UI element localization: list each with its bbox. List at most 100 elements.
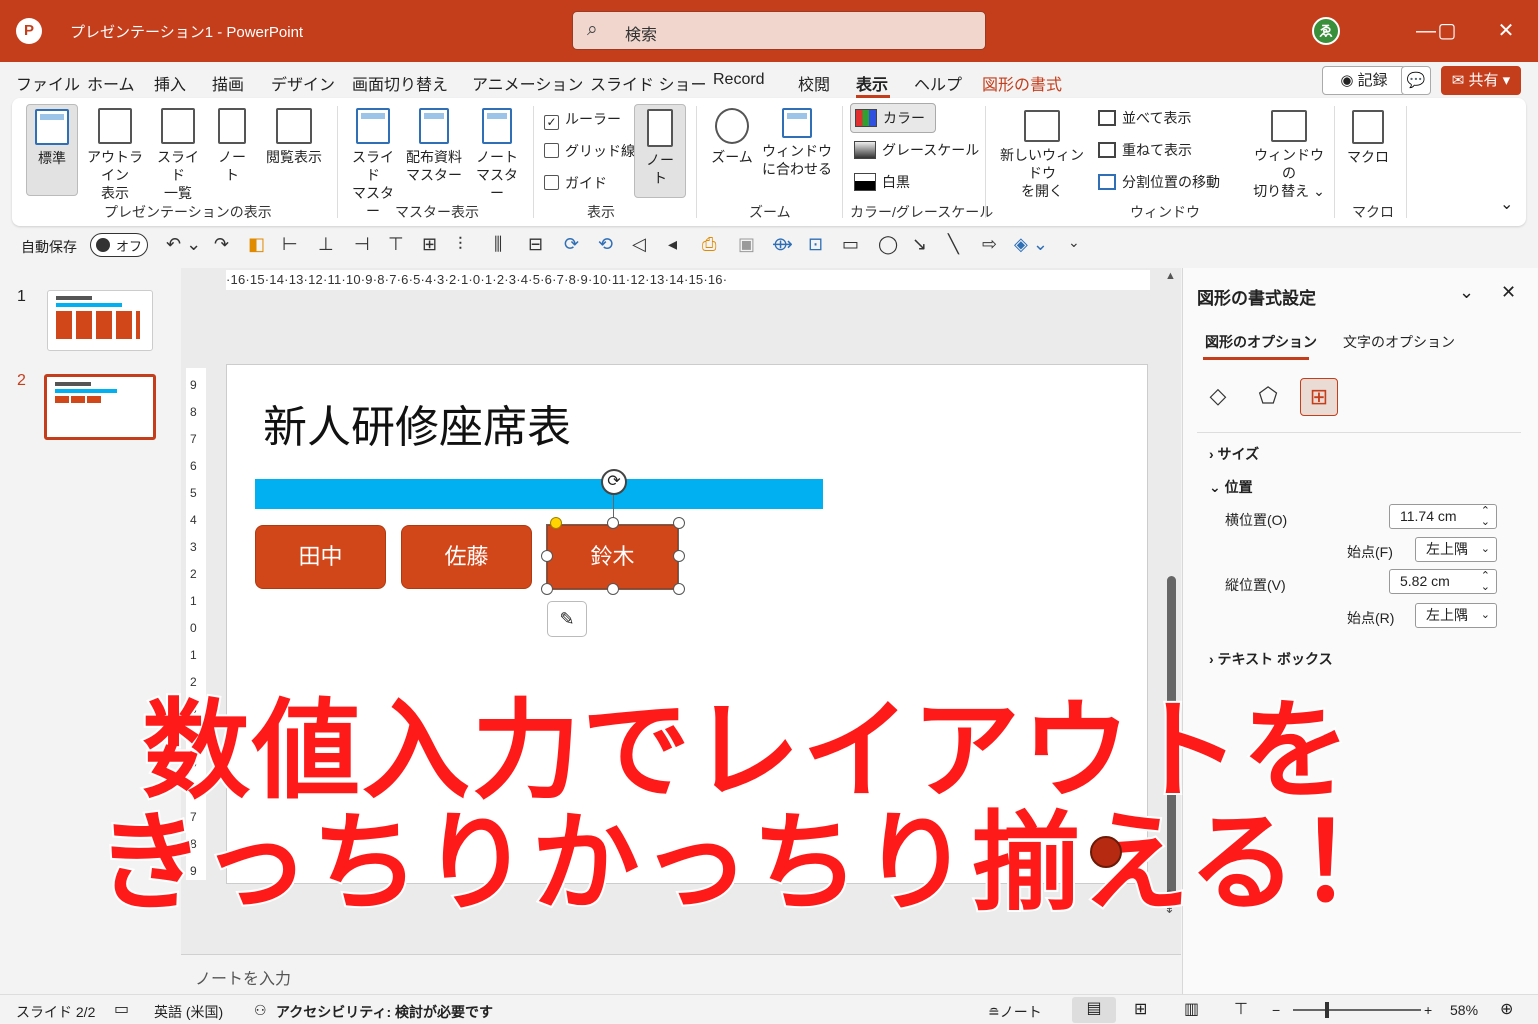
pane-close-icon[interactable]: ✕ [1501, 282, 1516, 303]
normal-view-status-icon[interactable]: ▤ [1072, 997, 1116, 1023]
gridlines-checkbox[interactable]: グリッド線 [544, 141, 635, 161]
rotate-handle-icon[interactable]: ⟳ [601, 469, 627, 495]
align-middle-icon[interactable]: ⊞ [422, 234, 437, 255]
cascade-button[interactable]: 重ねて表示 [1098, 140, 1192, 160]
align-top-icon[interactable]: ⊤ [388, 234, 404, 255]
spinner-icon[interactable]: ⌃ ⌄ [1481, 506, 1490, 528]
record-button[interactable]: ◉ 記録 [1322, 66, 1406, 95]
blue-bar-shape[interactable] [255, 479, 823, 509]
slideshow-status-icon[interactable]: ⊤ [1234, 999, 1248, 1019]
slide-thumbnail-1[interactable] [47, 290, 153, 351]
tab-slideshow[interactable]: スライド ショー [590, 71, 706, 95]
selection-pane-icon[interactable]: ⟴ [772, 234, 793, 255]
ribbon-collapse-icon[interactable]: ⌄ [1500, 194, 1513, 214]
send-backward-icon[interactable]: ▣ [738, 234, 755, 255]
zoom-out-icon[interactable]: − [1272, 1002, 1280, 1018]
notes-toggle[interactable]: ≘ノート [988, 1002, 1042, 1022]
tab-shape-format[interactable]: 図形の書式 [982, 71, 1062, 95]
tab-file[interactable]: ファイル [16, 71, 80, 95]
search-input[interactable]: ⌕ 検索 [572, 11, 986, 50]
resize-handle[interactable] [607, 583, 619, 595]
notes-toggle-button[interactable]: ノー ト [634, 104, 686, 198]
outline-view-button[interactable]: アウトライン 表示 [82, 104, 148, 202]
zoom-in-icon[interactable]: + [1424, 1002, 1432, 1018]
adjust-handle[interactable] [550, 517, 562, 529]
align-right-icon[interactable]: ⊣ [354, 234, 370, 255]
block-arrow-icon[interactable]: ⇨ [982, 234, 997, 255]
close-button[interactable]: ✕ [1486, 16, 1526, 46]
flip-vertical-icon[interactable]: ◁ [632, 234, 646, 255]
avatar[interactable]: ゑ [1312, 17, 1340, 45]
tab-help[interactable]: ヘルプ [914, 71, 962, 95]
shapes-gallery-icon[interactable]: ◈ ⌄ [1014, 234, 1048, 255]
section-size[interactable]: › サイズ [1209, 444, 1259, 464]
distribute-vertical-icon[interactable]: ⊟ [528, 234, 543, 255]
oval-icon[interactable]: ◯ [878, 234, 898, 255]
reading-view-status-icon[interactable]: ▥ [1184, 999, 1199, 1019]
align-center-icon[interactable]: ⊥ [318, 234, 334, 255]
resize-handle[interactable] [541, 583, 553, 595]
rectangle-icon[interactable]: ▭ [842, 234, 859, 255]
pane-options-icon[interactable]: ⌄ [1459, 282, 1474, 303]
notes-master-button[interactable]: ノート マスター [470, 104, 524, 202]
rotate-left-icon[interactable]: ⟲ [598, 234, 613, 255]
ruler-checkbox[interactable]: ✓ ルーラー [544, 109, 621, 130]
slide-sorter-status-icon[interactable]: ⊞ [1134, 999, 1147, 1019]
accessibility-status[interactable]: アクセシビリティ: 検討が必要です [276, 1002, 493, 1022]
spinner-icon[interactable]: ⌃ ⌄ [1481, 571, 1490, 593]
shape-fill-icon[interactable]: ◧ [248, 234, 265, 255]
fit-slide-icon[interactable]: ⊕ [1500, 999, 1513, 1019]
align-bottom-icon[interactable]: ⫶ [458, 234, 463, 255]
resize-handle[interactable] [541, 550, 553, 562]
rotate-right-icon[interactable]: ⟳ [564, 234, 579, 255]
guides-checkbox[interactable]: ガイド [544, 173, 607, 193]
tab-view[interactable]: 表示 [856, 71, 888, 95]
share-button[interactable]: ✉ 共有 ▾ [1441, 66, 1521, 95]
tab-animations[interactable]: アニメーション [472, 71, 583, 95]
scroll-up-icon[interactable]: ▲ [1165, 270, 1176, 282]
seat-shape-suzuki[interactable]: 鈴木 [546, 524, 679, 590]
section-position[interactable]: ⌄ 位置 [1209, 477, 1253, 497]
reading-view-button[interactable]: 閲覧表示 [260, 104, 328, 166]
designer-sparkle-icon[interactable]: ✎ [547, 601, 587, 637]
align-left-icon[interactable]: ⊢ [282, 234, 298, 255]
slide-sorter-button[interactable]: スライド 一覧 [152, 104, 204, 202]
tab-review[interactable]: 校閲 [798, 71, 830, 95]
flip-horizontal-icon[interactable]: ◂ [668, 234, 677, 255]
language-indicator[interactable]: 英語 (米国) [154, 1002, 223, 1022]
arrange-all-button[interactable]: 並べて表示 [1098, 108, 1191, 128]
notes-pane[interactable]: ノートを入力 [181, 954, 1181, 994]
tab-insert[interactable]: 挿入 [154, 71, 186, 95]
fill-line-icon[interactable]: ◇ [1199, 378, 1237, 416]
slide-thumbnail-2[interactable] [44, 374, 156, 440]
zoom-button[interactable]: ズーム [706, 104, 758, 166]
seat-shape-sato[interactable]: 佐藤 [401, 525, 532, 589]
fit-to-window-button[interactable]: ウィンドウ に合わせる [762, 104, 832, 178]
tab-text-options[interactable]: 文字のオプション [1343, 332, 1455, 352]
new-window-button[interactable]: 新しいウィンドウ を開く [994, 104, 1090, 200]
horizontal-position-input[interactable]: 11.74 cm ⌃ ⌄ [1389, 504, 1497, 529]
resize-handle[interactable] [673, 550, 685, 562]
undo-icon[interactable]: ↶ ⌄ [166, 234, 201, 255]
color-button[interactable]: カラー [850, 103, 936, 133]
redo-icon[interactable]: ↷ [214, 234, 229, 255]
notes-page-button[interactable]: ノー ト [210, 104, 254, 184]
bring-forward-icon[interactable]: ⎙ [702, 234, 716, 255]
line-icon[interactable]: ╲ [948, 234, 959, 255]
size-properties-icon[interactable]: ⊞ [1300, 378, 1338, 416]
vertical-from-select[interactable]: 左上隅 ⌄ [1415, 603, 1497, 628]
horizontal-from-select[interactable]: 左上隅 ⌄ [1415, 537, 1497, 562]
seat-shape-tanaka[interactable]: 田中 [255, 525, 386, 589]
maximize-button[interactable]: ▢ [1427, 16, 1467, 46]
slide-title[interactable]: 新人研修座席表 [263, 391, 571, 455]
switch-windows-button[interactable]: ウィンドウの 切り替え ⌄ [1248, 104, 1330, 200]
tab-shape-options[interactable]: 図形のオプション [1205, 332, 1317, 352]
customize-qat-icon[interactable]: ⌄ [1068, 234, 1080, 251]
resize-handle[interactable] [673, 583, 685, 595]
grayscale-button[interactable]: グレースケール [854, 140, 979, 160]
spellcheck-icon[interactable]: ▭ [114, 999, 129, 1019]
black-white-button[interactable]: 白黒 [854, 172, 910, 192]
effects-icon[interactable]: ⬠ [1249, 378, 1287, 416]
zoom-level[interactable]: 58% [1450, 1002, 1478, 1018]
tab-record[interactable]: Record [713, 71, 765, 89]
